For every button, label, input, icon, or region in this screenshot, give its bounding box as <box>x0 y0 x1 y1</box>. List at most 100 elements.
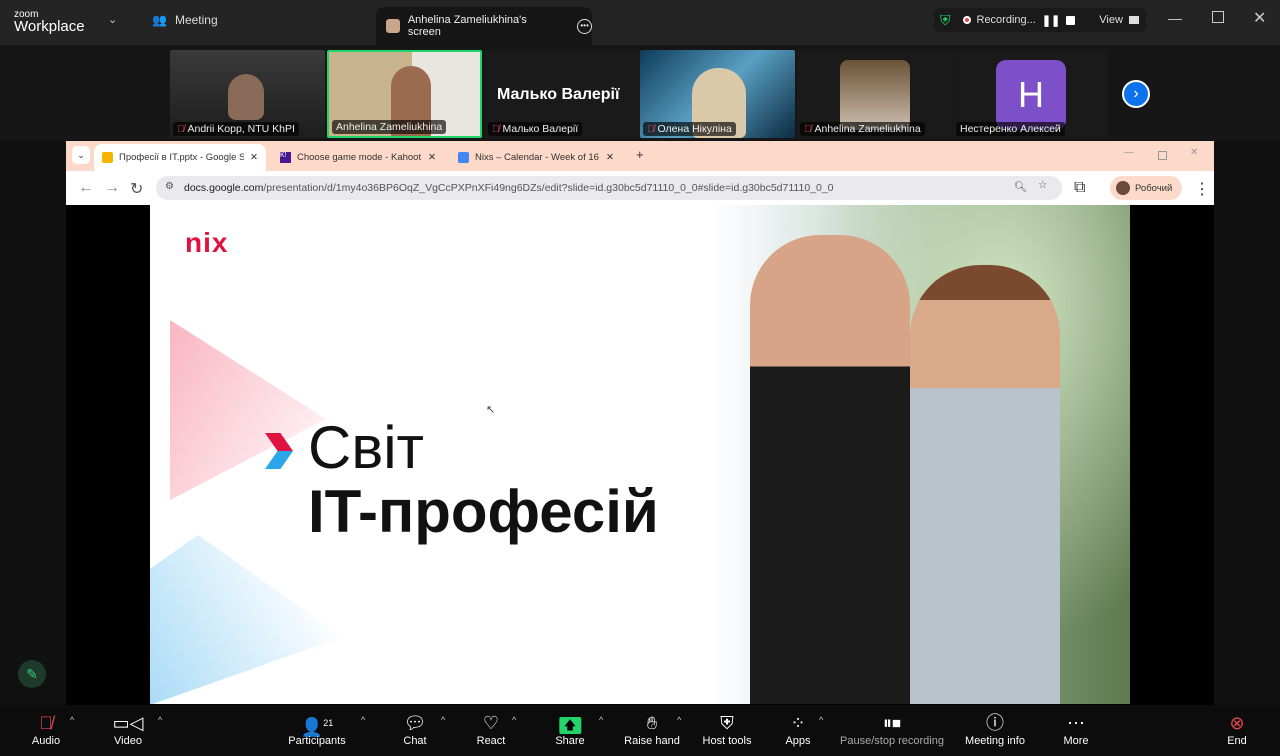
label: Share <box>555 735 585 747</box>
label: Chat <box>403 735 427 747</box>
reload-icon[interactable]: ↻ <box>130 179 143 199</box>
meeting-info-button[interactable]: ⓘ Meeting info <box>965 711 1025 747</box>
video-tile[interactable]: 🎙̸ Олена Нікуліна <box>640 50 795 138</box>
participant-avatar <box>840 60 910 130</box>
more-button[interactable]: ⋯ More <box>1063 711 1088 747</box>
avatar <box>1116 181 1130 195</box>
share-options-caret[interactable]: ^ <box>599 715 603 725</box>
video-tile[interactable]: H Нестеренко Алексей <box>953 50 1108 138</box>
browser-menu-icon[interactable]: ⋮ <box>1194 179 1210 199</box>
annotate-pencil-button[interactable]: ✎ <box>18 660 46 688</box>
label: Apps <box>785 735 811 747</box>
close-icon[interactable]: ✕ <box>1253 8 1266 28</box>
tab-title: Nixs – Calendar - Week of 16 N <box>475 152 601 163</box>
slide-title-line2: IT-професій <box>308 478 659 545</box>
participant-name: Andrii Kopp, NTU KhPI <box>187 123 295 135</box>
participants-button[interactable]: 👤21 Participants <box>288 711 345 747</box>
stop-icon[interactable] <box>1066 15 1076 25</box>
video-tile-active-speaker[interactable]: Anhelina Zameliukhina <box>327 50 482 138</box>
extensions-icon[interactable]: ⧉ <box>1074 179 1085 197</box>
slide-title-line1: Світ <box>308 414 425 481</box>
browser-tab[interactable]: Nixs – Calendar - Week of 16 N ✕ <box>450 144 622 171</box>
react-options-caret[interactable]: ^ <box>512 715 516 725</box>
end-icon: ⊗ <box>1229 713 1245 733</box>
view-button[interactable]: View <box>1099 14 1123 26</box>
participant-video <box>228 74 264 120</box>
video-tile[interactable]: 🎙̸ Anhelina Zameliukhina <box>797 50 952 138</box>
google-slides-icon <box>102 152 113 163</box>
browser-tab-active[interactable]: Професії в IT.pptx - Google Sli ✕ <box>94 144 266 171</box>
zoom-logo-workplace: Workplace <box>14 18 85 35</box>
heart-icon: ♡ <box>482 713 500 733</box>
decorative-chevron-blue <box>150 535 342 704</box>
raise-hand-options-caret[interactable]: ^ <box>677 715 681 725</box>
restore-icon[interactable] <box>1212 11 1224 23</box>
new-tab-icon[interactable]: + <box>636 147 644 162</box>
audio-button[interactable]: 🎙̸ Audio <box>32 711 60 747</box>
recording-label: Recording... <box>976 14 1036 26</box>
label: Audio <box>31 735 61 747</box>
chat-icon: 💬︎ <box>403 713 427 733</box>
profile-button[interactable]: Робочий <box>1110 176 1182 200</box>
more-icon: ⋯ <box>1067 713 1085 733</box>
shield-check-icon: ⛨ <box>940 11 951 28</box>
browser-tab[interactable]: K! Choose game mode - Kahoot! ✕ <box>272 144 444 171</box>
audio-options-caret[interactable]: ^ <box>70 715 74 725</box>
bookmark-star-icon[interactable]: ☆ <box>1038 179 1047 191</box>
end-meeting-button[interactable]: ⊗ End <box>1227 711 1247 747</box>
participant-avatar: H <box>996 60 1066 130</box>
chat-options-caret[interactable]: ^ <box>441 715 445 725</box>
next-page-button[interactable]: › <box>1122 80 1150 108</box>
close-tab-icon[interactable]: ✕ <box>250 152 258 163</box>
close-tab-icon[interactable]: ✕ <box>606 152 614 163</box>
zoom-icon[interactable]: 🔍︎ <box>1014 180 1027 193</box>
chat-button[interactable]: 💬︎ Chat <box>403 711 426 747</box>
share-screen-tab[interactable]: Anhelina Zameliukhina's screen ••• <box>376 7 592 45</box>
meeting-label: Meeting <box>174 13 218 27</box>
site-info-icon[interactable]: ⚙ <box>165 181 174 192</box>
restore-icon[interactable] <box>1158 151 1167 160</box>
presentation-slide: nix Світ IT-професій ↖ <box>150 205 1130 704</box>
browser-toolbar: ← → ↻ ⚙ docs.google.com/presentation/d/1… <box>66 171 1214 205</box>
profile-name: Робочий <box>1135 182 1173 194</box>
label: Pause/stop recording <box>840 735 944 747</box>
person-young-man <box>750 235 910 704</box>
participants-options-caret[interactable]: ^ <box>361 715 365 725</box>
grid-icon <box>1128 16 1139 24</box>
share-button[interactable]: 🡅 Share <box>555 711 585 747</box>
apps-button[interactable]: ⁘ Apps <box>785 711 810 747</box>
close-tab-icon[interactable]: ✕ <box>428 152 436 163</box>
url-host: docs.google.com <box>184 182 264 194</box>
address-bar[interactable]: ⚙ docs.google.com/presentation/d/1my4o36… <box>156 176 1062 200</box>
video-tile[interactable]: Малько Валерії 🎙̸ Малько Валерії <box>485 50 640 138</box>
meeting-tab[interactable]: 👥 Meeting <box>152 13 218 27</box>
pause-stop-recording-button[interactable]: ⏸⏹ Pause/stop recording <box>840 711 944 747</box>
close-icon[interactable]: ✕ <box>1190 147 1198 158</box>
raise-hand-button[interactable]: ✋︎ Raise hand <box>624 711 680 747</box>
apps-options-caret[interactable]: ^ <box>819 715 823 725</box>
react-button[interactable]: ♡ React <box>477 711 506 747</box>
shared-browser-window: ⌄ Професії в IT.pptx - Google Sli ✕ K! Cho… <box>66 141 1214 705</box>
label: Host tools <box>702 735 752 747</box>
chevron-icon <box>265 433 293 469</box>
video-tile[interactable]: 🎙̸ Andrii Kopp, NTU KhPI <box>170 50 325 138</box>
pause-icon[interactable]: ❚❚ <box>1042 14 1060 27</box>
label: More <box>1063 735 1089 747</box>
more-options-icon[interactable]: ••• <box>577 18 592 34</box>
video-button[interactable]: ▭◁ Video <box>113 711 144 747</box>
mic-muted-icon: 🎙̸ <box>177 124 185 135</box>
host-tools-button[interactable]: ⛨ Host tools <box>703 711 752 747</box>
back-icon[interactable]: ← <box>78 179 94 197</box>
chevron-down-icon[interactable]: ⌄ <box>108 13 117 26</box>
label: Participants <box>288 735 346 747</box>
label: Video <box>114 735 142 747</box>
tab-search-icon[interactable]: ⌄ <box>72 146 90 164</box>
avatar <box>386 19 400 33</box>
nix-logo: nix <box>185 227 229 258</box>
video-options-caret[interactable]: ^ <box>158 715 162 725</box>
tab-title: Професії в IT.pptx - Google Sli <box>119 152 245 163</box>
minimize-icon[interactable]: — <box>1124 147 1134 158</box>
forward-icon[interactable]: → <box>104 179 120 197</box>
minimize-icon[interactable]: — <box>1168 10 1182 26</box>
shield-icon: ⛨ <box>720 713 734 733</box>
